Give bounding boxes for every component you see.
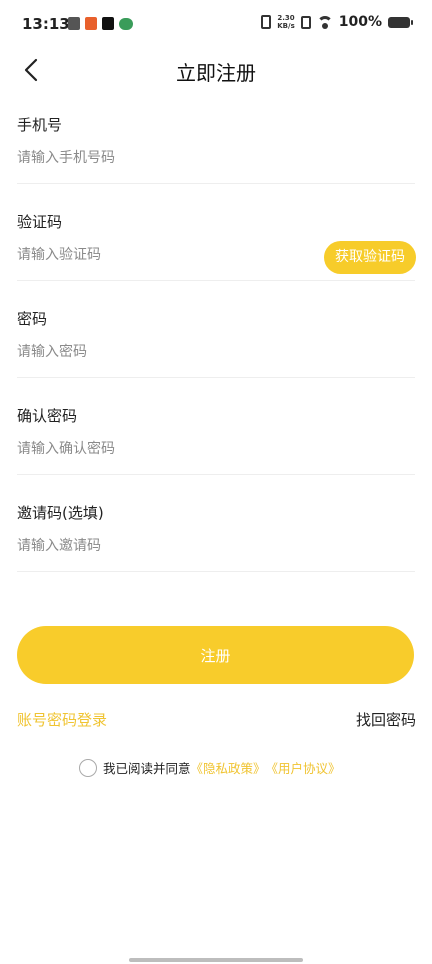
no-sim-icon (300, 15, 311, 29)
agreement-text: 我已阅读并同意 (103, 761, 191, 776)
status-time: 13:13 (22, 15, 70, 33)
home-indicator (129, 958, 303, 962)
status-bar: 13:13 2.30 KB/s 100% (0, 0, 432, 50)
nav-bar: 立即注册 (0, 50, 432, 90)
page-title: 立即注册 (176, 61, 256, 85)
divider (17, 183, 415, 184)
app-notification-icon (85, 17, 97, 30)
forgot-password-link[interactable]: 找回密码 (356, 709, 416, 730)
code-label: 验证码 (17, 213, 63, 231)
vibrate-icon (261, 15, 272, 29)
phone-label: 手机号 (17, 116, 63, 134)
divider (17, 377, 415, 378)
register-button[interactable]: 注册 (17, 626, 414, 684)
battery-percent: 100% (338, 14, 382, 30)
code-input[interactable] (17, 243, 317, 267)
user-agreement-link[interactable]: 《用户协议》 (266, 758, 341, 777)
invite-code-label: 邀请码(选填) (17, 504, 104, 522)
confirm-password-label: 确认密码 (17, 407, 78, 425)
divider (17, 571, 415, 572)
agreement-row: 我已阅读并同意 《隐私政策》 《用户协议》 (79, 758, 341, 777)
agree-checkbox[interactable] (79, 758, 97, 777)
notification-icons (68, 17, 133, 30)
network-speed-unit: KB/s (277, 22, 295, 30)
clipboard-icon (68, 17, 80, 30)
divider (17, 280, 415, 281)
privacy-policy-link[interactable]: 《隐私政策》 (191, 758, 266, 777)
get-code-button[interactable]: 获取验证码 (324, 241, 416, 274)
confirm-password-input[interactable] (17, 437, 317, 461)
divider (17, 474, 415, 475)
tiktok-icon (102, 17, 114, 30)
network-speed: 2.30 KB/s (277, 14, 294, 30)
battery-icon (388, 16, 413, 28)
password-input[interactable] (17, 340, 317, 364)
network-speed-value: 2.30 (277, 14, 295, 22)
invite-code-input[interactable] (17, 534, 317, 558)
wifi-icon (316, 16, 333, 29)
password-login-link[interactable]: 账号密码登录 (17, 709, 107, 730)
phone-input[interactable] (17, 146, 317, 170)
status-right: 2.30 KB/s 100% (261, 14, 413, 30)
app-notification-icon-2 (119, 17, 133, 30)
password-label: 密码 (17, 310, 48, 328)
